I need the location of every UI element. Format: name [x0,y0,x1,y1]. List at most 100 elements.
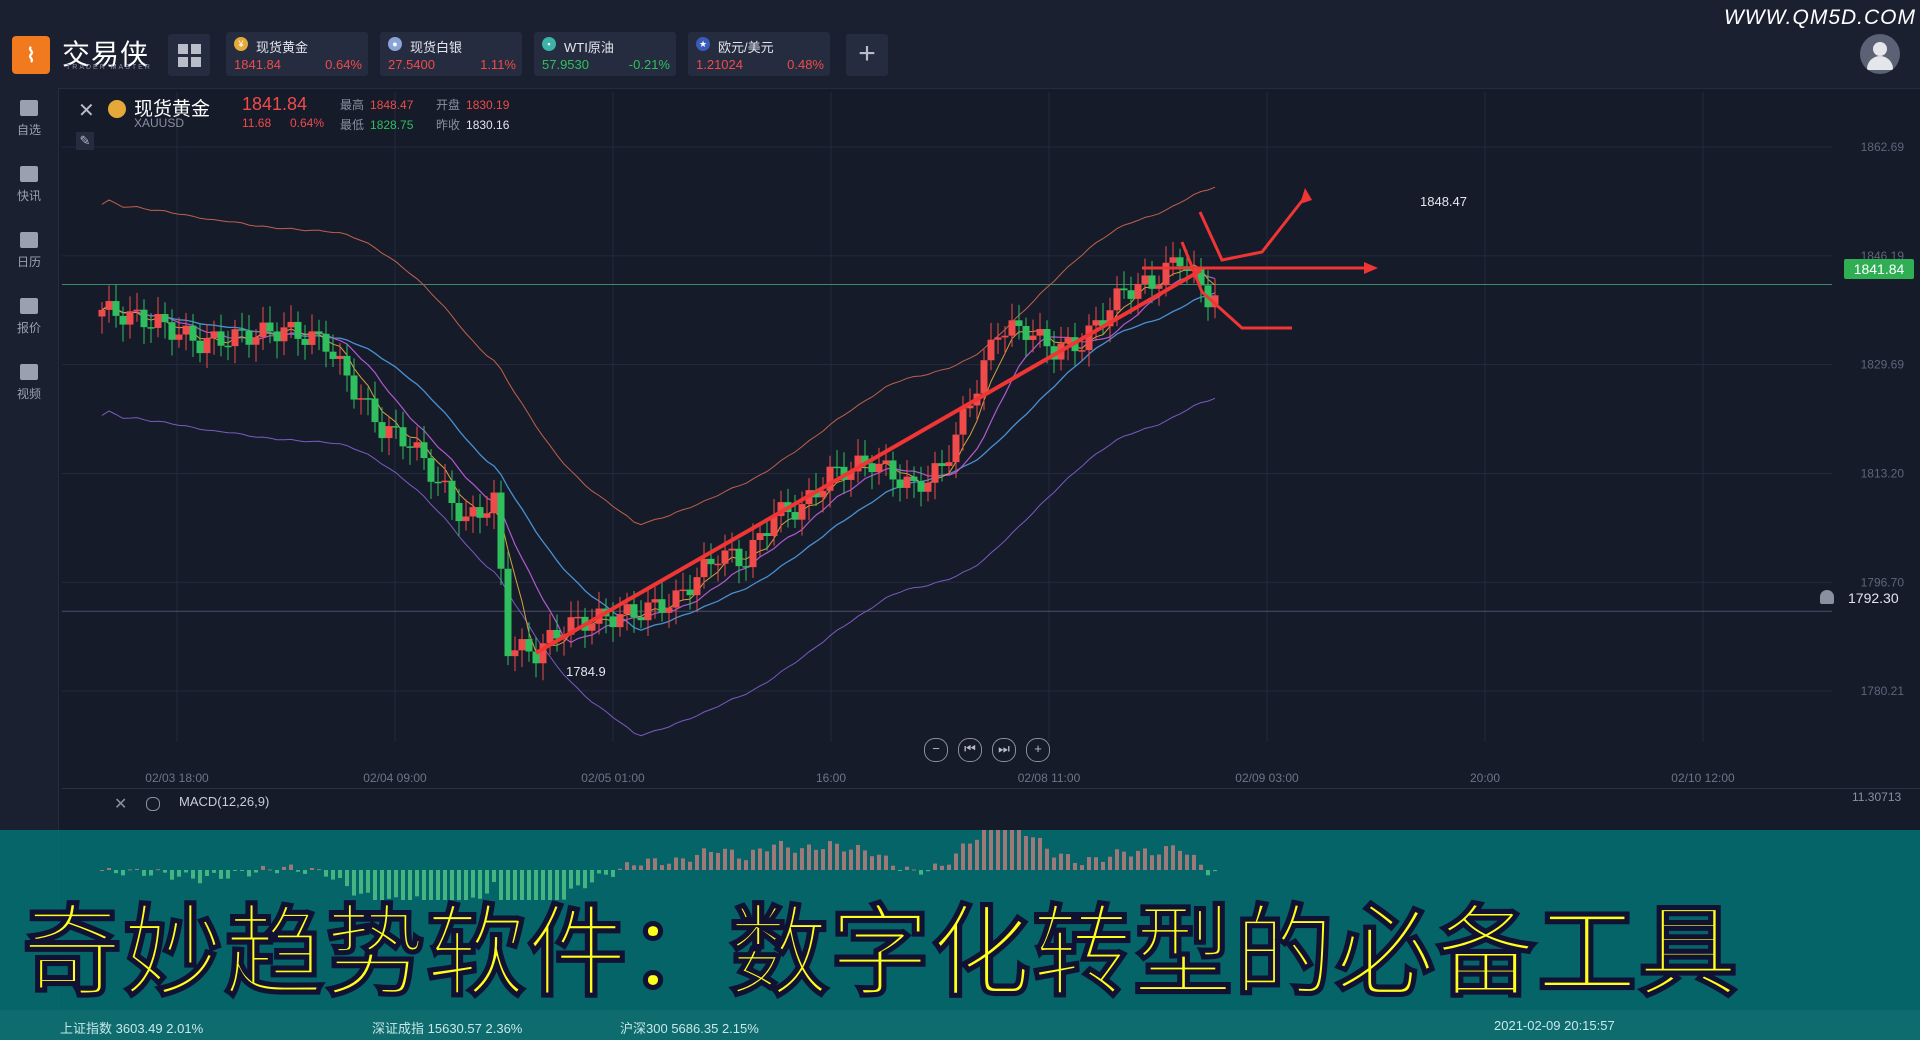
macd-bar [639,865,643,870]
candle-body [105,301,113,310]
macd-bar [1010,830,1014,870]
macd-bar [583,870,587,889]
layout-grid-button[interactable] [168,34,210,76]
candle-body [371,398,379,423]
candle-body [679,589,687,592]
candle-body [994,337,1002,340]
zoom-out-icon[interactable]: − [924,738,948,762]
macd-bar [184,870,188,873]
macd-bar [1003,830,1007,870]
eye-icon[interactable] [146,797,160,811]
macd-bar [856,844,860,870]
macd-bar [1115,849,1119,870]
candle-body [119,315,127,325]
candle-body [700,558,708,578]
skip-back-icon[interactable]: ⏮ [958,738,982,762]
candle-body [308,331,316,345]
candle-body [665,607,673,613]
macd-bar [541,870,545,900]
macd-bar [233,870,237,871]
sidebar-item-watchlist[interactable]: 自选 [0,100,58,138]
draw-tool-icon[interactable]: ✎ [76,132,94,150]
user-avatar-icon[interactable] [1860,34,1900,74]
candle-body [1162,262,1170,286]
macd-bar [667,863,671,870]
candle-body [525,639,533,652]
quote-price: 27.5400 [388,57,435,72]
macd-bar [345,870,349,887]
status-datetime: 2021-02-09 20:15:57 [1494,1018,1615,1033]
macd-bar [352,870,356,896]
macd-bar [310,867,314,870]
candle-body [1078,350,1086,352]
macd-bar [1024,836,1028,870]
candle-body [910,476,918,481]
candle-body [350,375,358,400]
candle-body [315,331,323,334]
status-index-sh: 上证指数 3603.49 2.01% [60,1021,204,1036]
macd-bar [303,870,307,874]
macd-bar [380,870,384,900]
add-quote-button[interactable]: + [846,34,888,76]
macd-bar [653,858,657,870]
skip-forward-icon[interactable]: ⏭ [992,738,1016,762]
candle-body [182,325,190,335]
macd-bar [359,870,363,894]
macd-bar [1129,856,1133,870]
quote-name: WTI原油 [564,40,614,55]
close-chart-icon[interactable]: ✕ [78,98,95,123]
sidebar-item-calendar[interactable]: 日历 [0,232,58,270]
candle-body [917,480,925,492]
app-logo-icon[interactable]: ⌇ [12,36,50,74]
candle-body [392,426,400,428]
sidebar-item-news[interactable]: 快讯 [0,166,58,204]
candle-body [483,513,491,518]
candle-body [427,458,435,482]
quote-tab-gold[interactable]: ¥ 现货黄金 1841.84 0.64% [226,32,368,76]
price-chart[interactable]: 1862.691846.191829.691813.201796.701780.… [62,92,1920,788]
candle-body [1022,326,1030,340]
candle-body [175,334,183,340]
macd-bar [471,870,475,898]
macd-bar [261,865,265,870]
macd-bar [723,848,727,870]
candle-body [1015,320,1023,327]
macd-bar [884,855,888,870]
candle-body [1127,290,1135,299]
candle-body [420,442,428,459]
macd-bar [1213,870,1217,872]
candle-body [1141,275,1149,284]
quote-tab-oil[interactable]: ▪ WTI原油 57.9530 -0.21% [534,32,676,76]
candle-body [511,650,519,657]
x-tick-label: 16:00 [816,771,846,785]
calendar-icon [20,232,38,248]
macd-bar [870,856,874,870]
zoom-in-icon[interactable]: + [1026,738,1050,762]
candle-body [217,331,225,346]
quote-tab-silver[interactable]: ● 现货白银 27.5400 1.11% [380,32,522,76]
macd-bar [1192,854,1196,870]
macd-bar [954,853,958,870]
macd-bar [751,849,755,870]
chart-nav-controls: − ⏮ ⏭ + [924,738,1050,762]
macd-bar [1059,853,1063,870]
macd-bar [1185,854,1189,870]
candle-body [938,463,946,467]
candle-body [238,329,246,331]
macd-bar [408,870,412,900]
macd-bar [989,830,993,870]
alert-bell-icon[interactable] [1820,590,1834,604]
quote-tab-eurusd[interactable]: ★ 欧元/美元 1.21024 0.48% [688,32,830,76]
watermark: WWW.QM5D.COM [1723,6,1916,29]
macd-bar [604,870,608,875]
low-price-label: 1784.9 [566,664,606,679]
candle-body [490,492,498,514]
sidebar-item-video[interactable]: 视频 [0,364,58,402]
macd-bar [933,863,937,870]
macd-bar [947,864,951,870]
y-tick-label: 1829.69 [1861,358,1905,372]
candle-body [1029,335,1037,340]
macd-bar [275,870,279,874]
sidebar-item-quotes[interactable]: 报价 [0,298,58,336]
close-macd-icon[interactable]: ✕ [114,794,127,814]
